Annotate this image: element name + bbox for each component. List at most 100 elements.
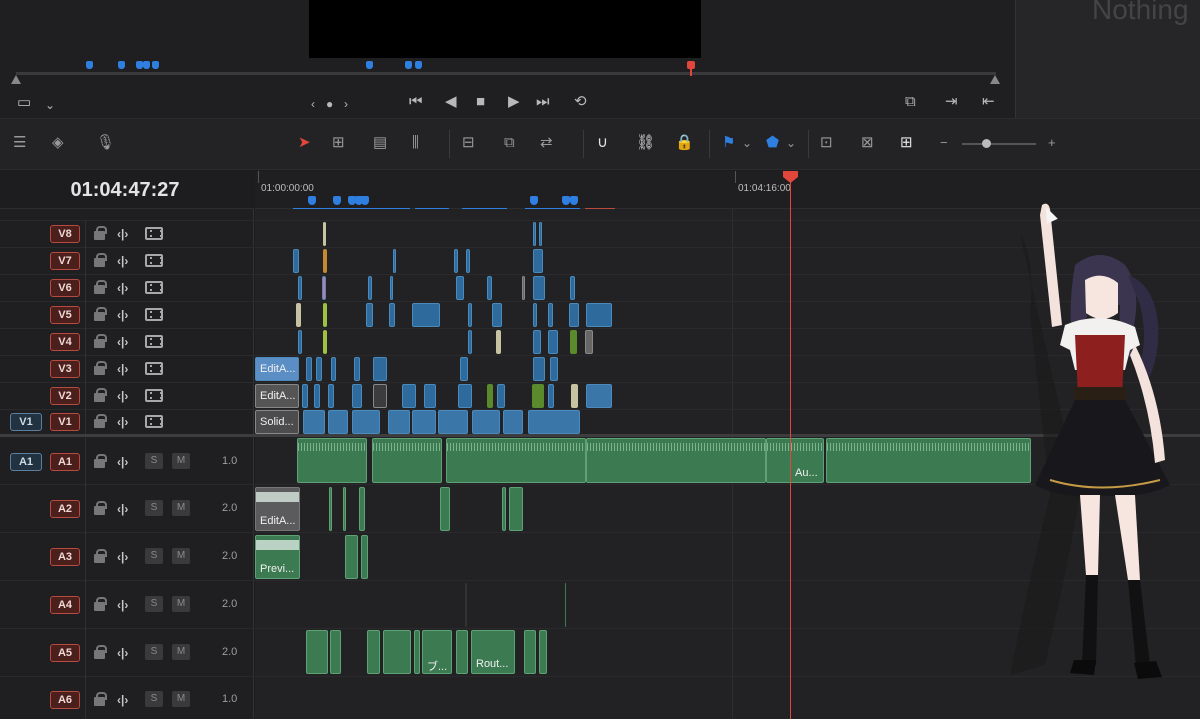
linked-selection-icon[interactable]: ⛓: [636, 133, 655, 153]
video-clip[interactable]: [472, 410, 500, 434]
auto-select-icon[interactable]: ‹|›: [117, 281, 128, 295]
audio-clip[interactable]: [343, 487, 346, 531]
source-track-a1[interactable]: A1: [10, 453, 42, 471]
audio-clip[interactable]: [367, 630, 380, 674]
video-clip[interactable]: [533, 276, 545, 300]
audio-clip[interactable]: [446, 438, 586, 483]
audio-clip[interactable]: [361, 535, 368, 579]
video-clip-edita[interactable]: EditA...: [255, 384, 299, 408]
source-track-v1[interactable]: V1: [10, 413, 42, 431]
scrub-marker[interactable]: [143, 61, 150, 69]
audio-clip[interactable]: [586, 438, 766, 483]
audio-clip[interactable]: [502, 487, 506, 531]
lock-icon[interactable]: [94, 226, 107, 241]
audio-clip[interactable]: [329, 487, 332, 531]
video-clip[interactable]: [373, 357, 387, 381]
audio-clip-au[interactable]: Au...: [766, 438, 824, 483]
video-clip[interactable]: [323, 222, 326, 246]
insert-clip-icon[interactable]: ⊟: [462, 133, 475, 153]
video-clip[interactable]: [569, 303, 579, 327]
track-label-v7[interactable]: V7: [50, 252, 80, 270]
mute-button[interactable]: M: [172, 548, 190, 564]
video-clip[interactable]: [316, 357, 322, 381]
video-clip[interactable]: [303, 410, 325, 434]
auto-select-icon[interactable]: ‹|›: [117, 646, 128, 660]
video-clip[interactable]: [402, 384, 416, 408]
blade-tool-icon[interactable]: ⫼: [412, 133, 419, 153]
audio-clip[interactable]: [456, 630, 468, 674]
track-enable-icon[interactable]: [145, 254, 163, 267]
video-clip[interactable]: [497, 384, 505, 408]
overwrite-clip-icon[interactable]: ⧉: [504, 133, 515, 153]
match-frame-icon[interactable]: ⧉: [905, 94, 916, 110]
video-clip[interactable]: [373, 384, 387, 408]
zoom-detail-icon[interactable]: ⊠: [861, 133, 874, 153]
video-clip[interactable]: [548, 330, 558, 354]
lock-icon[interactable]: [94, 307, 107, 322]
video-clip[interactable]: [388, 410, 410, 434]
lock-icon[interactable]: [94, 414, 107, 429]
scrub-marker[interactable]: [366, 61, 373, 69]
audio-clip[interactable]: [359, 487, 365, 531]
replace-clip-icon[interactable]: ⇄: [540, 133, 553, 153]
marker-icon[interactable]: ⬟: [766, 133, 779, 153]
audio-clip[interactable]: [524, 630, 536, 674]
video-clip[interactable]: [532, 384, 544, 408]
video-clip[interactable]: [533, 357, 545, 381]
audio-clip[interactable]: [465, 583, 467, 627]
video-clip[interactable]: [468, 330, 472, 354]
auto-select-icon[interactable]: ‹|›: [117, 693, 128, 707]
auto-select-icon[interactable]: ‹|›: [117, 227, 128, 241]
lock-icon[interactable]: [94, 388, 107, 403]
mute-button[interactable]: M: [172, 596, 190, 612]
mute-button[interactable]: M: [172, 691, 190, 707]
chevron-down-icon[interactable]: ⌄: [742, 133, 752, 153]
video-clip[interactable]: [496, 330, 501, 354]
video-clip[interactable]: [487, 276, 492, 300]
video-clip[interactable]: [331, 357, 336, 381]
video-clip[interactable]: [322, 276, 326, 300]
solo-button[interactable]: S: [145, 453, 163, 469]
audio-clip[interactable]: [509, 487, 523, 531]
scrub-marker[interactable]: [415, 61, 422, 69]
video-clip[interactable]: [302, 384, 308, 408]
lock-icon[interactable]: [94, 253, 107, 268]
video-clip[interactable]: [328, 410, 348, 434]
track-enable-icon[interactable]: [145, 362, 163, 375]
viewer-preview[interactable]: [309, 0, 701, 58]
jog-left-icon[interactable]: ‹: [311, 96, 315, 112]
scrub-marker[interactable]: [136, 61, 143, 69]
video-clip[interactable]: [323, 249, 327, 273]
video-clip[interactable]: [533, 303, 537, 327]
video-clip[interactable]: [456, 276, 464, 300]
video-clip[interactable]: [539, 222, 542, 246]
timeline-marker[interactable]: [333, 196, 341, 205]
video-clip[interactable]: [438, 410, 468, 434]
video-clip[interactable]: [298, 330, 302, 354]
timeline-marker[interactable]: [308, 196, 316, 205]
auto-select-icon[interactable]: ‹|›: [117, 308, 128, 322]
video-clip[interactable]: [352, 410, 380, 434]
lock-icon[interactable]: [94, 597, 107, 612]
video-clip[interactable]: [585, 330, 593, 354]
video-clip[interactable]: [352, 384, 362, 408]
video-clip[interactable]: [487, 384, 493, 408]
voiceover-mic-icon[interactable]: 🎙: [96, 133, 115, 153]
track-label-a5[interactable]: A5: [50, 644, 80, 662]
stack-timelines-icon[interactable]: ◈: [52, 133, 64, 153]
lock-icon[interactable]: [94, 501, 107, 516]
chevron-down-icon[interactable]: ⌄: [786, 133, 796, 153]
audio-clip[interactable]: [539, 630, 547, 674]
video-clip-solid[interactable]: Solid...: [255, 410, 299, 434]
play-reverse-icon[interactable]: ◀: [445, 94, 457, 110]
jog-dot-icon[interactable]: ●: [326, 96, 333, 112]
audio-clip-route[interactable]: Rout...: [471, 630, 515, 674]
track-enable-icon[interactable]: [145, 281, 163, 294]
solo-button[interactable]: S: [145, 500, 163, 516]
solo-button[interactable]: S: [145, 691, 163, 707]
track-label-a6[interactable]: A6: [50, 691, 80, 709]
play-icon[interactable]: ▶: [508, 94, 520, 110]
video-clip[interactable]: [550, 357, 558, 381]
lock-icon[interactable]: [94, 280, 107, 295]
video-clip[interactable]: [528, 410, 580, 434]
